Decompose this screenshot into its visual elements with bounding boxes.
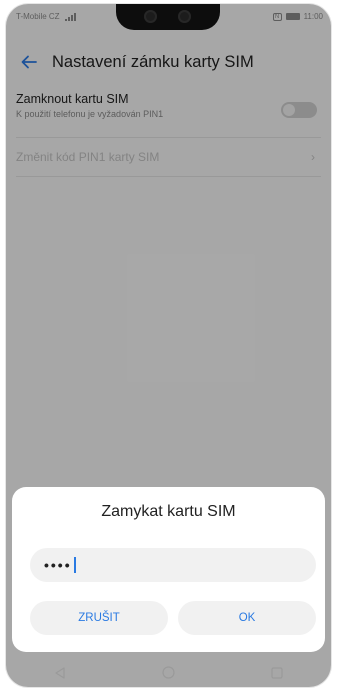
pin-input[interactable]: •••• [30,548,316,582]
cancel-button[interactable]: ZRUŠIT [30,601,168,635]
nav-home-button[interactable] [158,663,178,683]
lock-sim-dialog: Zamykat kartu SIM •••• ZRUŠIT OK [12,487,325,652]
text-cursor [73,557,76,573]
nav-recents-button[interactable] [267,663,287,683]
ok-button[interactable]: OK [178,601,316,635]
recents-square-icon [271,666,283,679]
pin-input-value: •••• [44,557,72,573]
back-triangle-icon [55,666,65,679]
phone-screen: T-Mobile CZ N 11:00 Nastavení zámku kart… [6,4,331,687]
navigation-bar [6,658,331,687]
nav-back-button[interactable] [50,663,70,683]
dialog-title: Zamykat kartu SIM [101,503,236,520]
home-circle-icon [162,666,175,679]
